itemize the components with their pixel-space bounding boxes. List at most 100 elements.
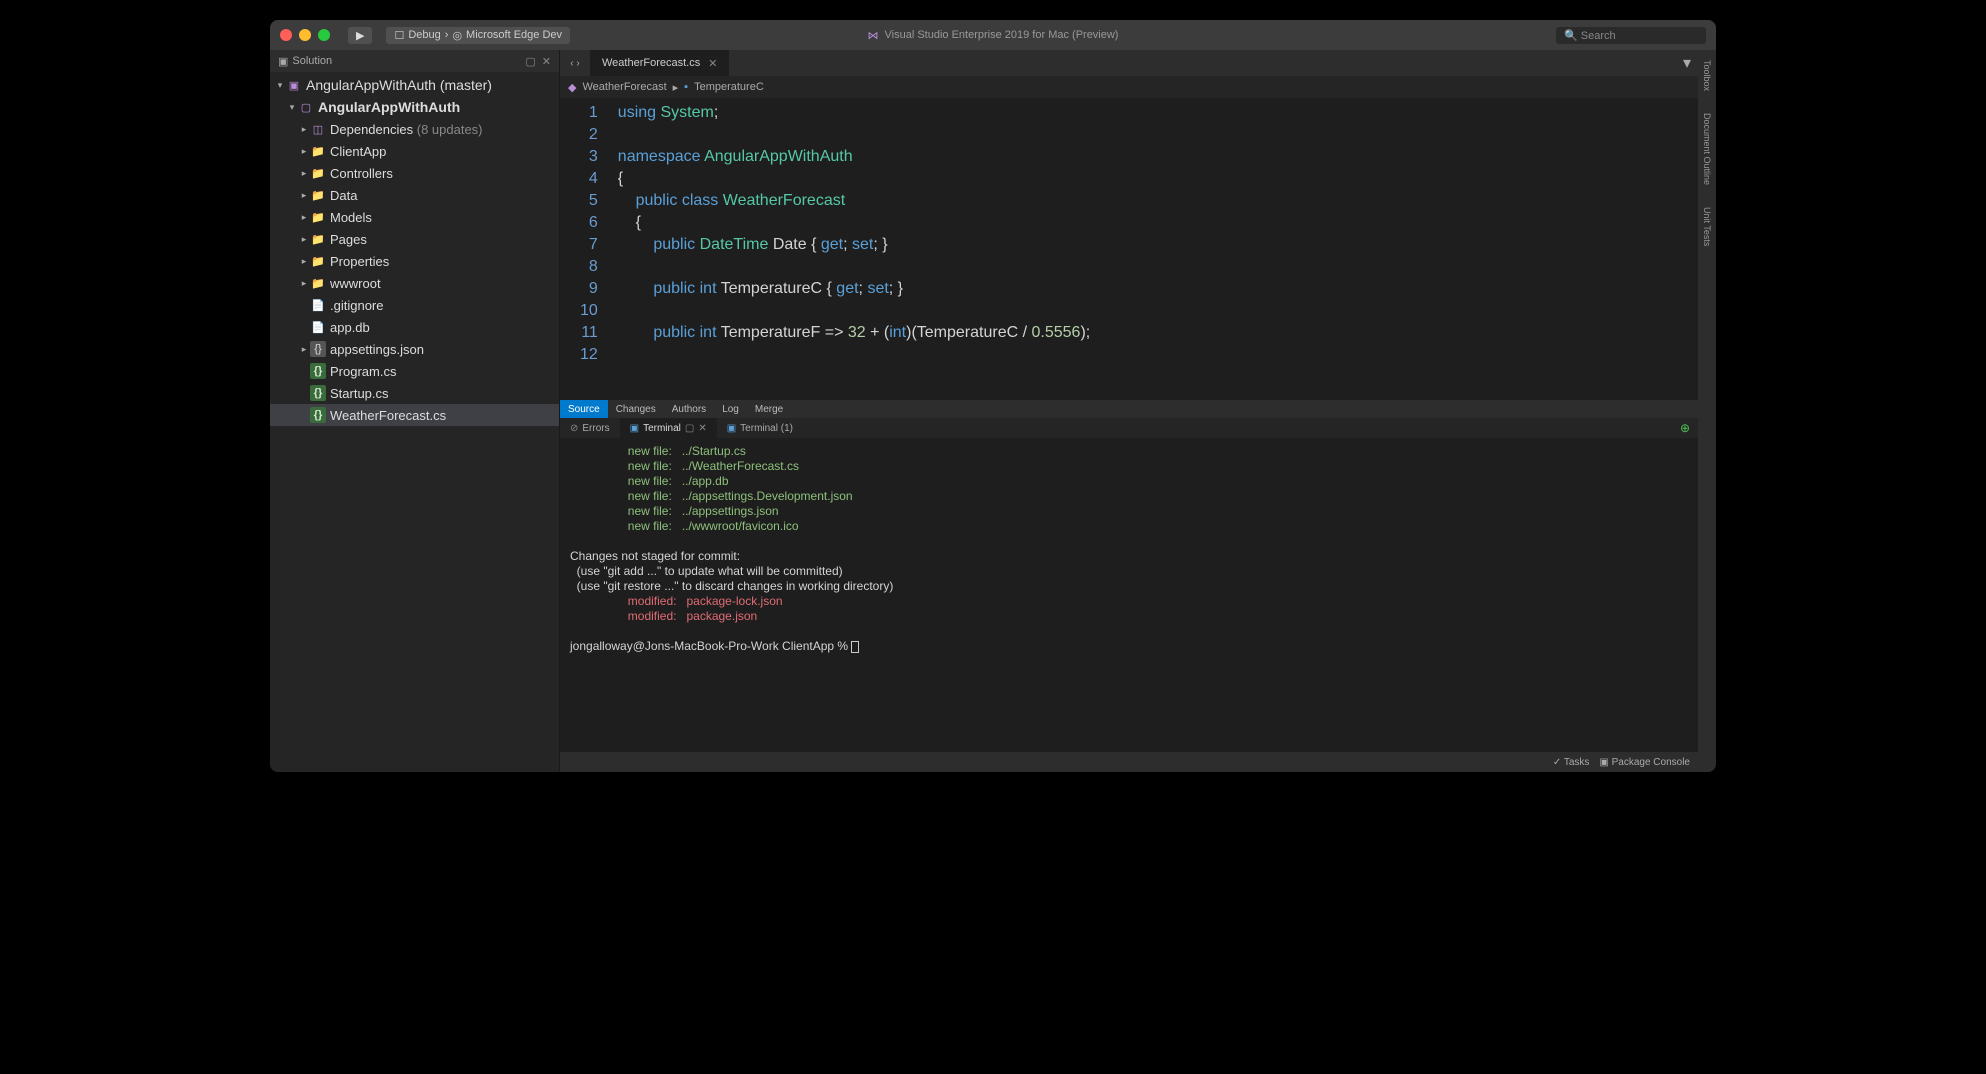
search-input[interactable]: 🔍 Search — [1556, 27, 1706, 44]
folder-label: Controllers — [330, 166, 393, 181]
file-appsettings-json[interactable]: ▸{}appsettings.json — [270, 338, 559, 360]
folder-icon: 📁 — [310, 231, 326, 247]
chevron-down-icon[interactable]: ▾ — [286, 102, 298, 113]
document-tabs: ‹ › WeatherForecast.cs ✕ ▾ — [560, 50, 1698, 76]
tab-terminal[interactable]: ▣ Terminal ▢ ✕ — [620, 418, 717, 438]
project-icon: ▢ — [298, 99, 314, 115]
solution-tree[interactable]: ▾ ▣ AngularAppWithAuth (master) ▾ ▢ Angu… — [270, 72, 559, 772]
solution-icon: ▣ — [278, 55, 288, 68]
add-terminal-button[interactable]: ⊕ — [1672, 421, 1698, 435]
rail-unit-tests[interactable]: Unit Tests — [1702, 203, 1712, 250]
chevron-right-icon[interactable]: ▸ — [298, 168, 310, 179]
chevron-right-icon[interactable]: ▸ — [298, 344, 310, 355]
code-editor[interactable]: 123456789101112 using System; namespace … — [560, 98, 1698, 400]
chevron-right-icon[interactable]: ▸ — [298, 190, 310, 201]
app-title-label: Visual Studio Enterprise 2019 for Mac (P… — [885, 29, 1119, 41]
errors-label: Errors — [582, 423, 609, 434]
file-startup-cs[interactable]: {}Startup.cs — [270, 382, 559, 404]
close-icon[interactable] — [280, 29, 292, 41]
folder-properties[interactable]: ▸📁Properties — [270, 250, 559, 272]
vcs-tab-changes[interactable]: Changes — [608, 400, 664, 418]
chevron-right-icon[interactable]: ▸ — [298, 278, 310, 289]
deps-label: Dependencies — [330, 122, 413, 137]
breadcrumb-member[interactable]: TemperatureC — [694, 81, 764, 93]
rail-toolbox[interactable]: Toolbox — [1702, 56, 1712, 95]
breadcrumb-class[interactable]: WeatherForecast — [582, 81, 666, 93]
status-bar: ✓ Tasks ▣ Package Console — [560, 752, 1698, 772]
vcs-tab-merge[interactable]: Merge — [747, 400, 791, 418]
file-icon: 📄 — [310, 319, 326, 335]
close-icon[interactable]: ✕ — [698, 423, 706, 434]
tab-overflow-button[interactable]: ▾ — [1676, 50, 1698, 76]
folder-controllers[interactable]: ▸📁Controllers — [270, 162, 559, 184]
terminal-icon: ▣ — [630, 423, 639, 434]
folder-clientapp[interactable]: ▸📁 ClientApp — [270, 140, 559, 162]
minimize-icon[interactable] — [299, 29, 311, 41]
tab-errors[interactable]: ⊘ Errors — [560, 418, 620, 438]
chevron-right-icon[interactable]: ▸ — [298, 212, 310, 223]
chevron-right-icon[interactable]: ▸ — [298, 256, 310, 267]
folder-label: Data — [330, 188, 357, 203]
app-window: ▶ ☐ Debug › ◎ Microsoft Edge Dev ⋈ Visua… — [270, 20, 1716, 772]
chevron-down-icon[interactable]: ▾ — [274, 80, 286, 91]
deps-badge: (8 updates) — [417, 122, 483, 137]
code-content[interactable]: using System; namespace AngularAppWithAu… — [610, 98, 1090, 400]
vcs-tabs: Source Changes Authors Log Merge — [560, 400, 1698, 418]
chevron-right-icon[interactable]: ▸ — [298, 124, 310, 135]
status-tasks[interactable]: ✓ Tasks — [1553, 757, 1590, 768]
tab-nav-back[interactable]: ‹ › — [560, 50, 590, 76]
panel-close-icon[interactable]: ✕ — [542, 55, 551, 68]
dependencies-node[interactable]: ▸ ◫ Dependencies (8 updates) — [270, 118, 559, 140]
folder-wwwroot[interactable]: ▸📁wwwroot — [270, 272, 559, 294]
rail-document-outline[interactable]: Document Outline — [1702, 109, 1712, 189]
file-label: Program.cs — [330, 364, 396, 379]
csharp-icon: {} — [310, 407, 326, 423]
maximize-icon[interactable] — [318, 29, 330, 41]
folder-icon: 📁 — [310, 143, 326, 159]
file--gitignore[interactable]: 📄 .gitignore — [270, 294, 559, 316]
project-label: AngularAppWithAuth — [318, 99, 460, 115]
vcs-tab-authors[interactable]: Authors — [664, 400, 714, 418]
config-label: Debug — [408, 29, 440, 41]
target-icon: ◎ — [452, 29, 462, 42]
breadcrumb[interactable]: ◆ WeatherForecast ▸ ▪ TemperatureC — [560, 76, 1698, 98]
file-weatherforecast-cs[interactable]: {} WeatherForecast.cs — [270, 404, 559, 426]
window-controls — [280, 29, 330, 41]
folder-icon: 📁 — [310, 187, 326, 203]
folder-data[interactable]: ▸📁 Data — [270, 184, 559, 206]
panel-pin-icon[interactable]: ▢ — [525, 55, 535, 68]
tab-label: WeatherForecast.cs — [602, 57, 700, 69]
vcs-tab-source[interactable]: Source — [560, 400, 608, 418]
tab-close-icon[interactable]: ✕ — [708, 57, 717, 70]
terminal-label: Terminal — [643, 423, 681, 434]
titlebar: ▶ ☐ Debug › ◎ Microsoft Edge Dev ⋈ Visua… — [270, 20, 1716, 50]
tab-weatherforecast[interactable]: WeatherForecast.cs ✕ — [590, 50, 730, 76]
vcs-tab-log[interactable]: Log — [714, 400, 747, 418]
chevron-right-icon[interactable]: ▸ — [298, 146, 310, 157]
folder-label: wwwroot — [330, 276, 381, 291]
file-label: .gitignore — [330, 298, 383, 313]
file-icon: 📄 — [310, 297, 326, 313]
folder-pages[interactable]: ▸📁Pages — [270, 228, 559, 250]
status-package-console[interactable]: ▣ Package Console — [1599, 757, 1690, 768]
folder-label: Properties — [330, 254, 389, 269]
run-config-selector[interactable]: ☐ Debug › ◎ Microsoft Edge Dev — [386, 27, 570, 44]
project-node[interactable]: ▾ ▢ AngularAppWithAuth — [270, 96, 559, 118]
file-label: WeatherForecast.cs — [330, 408, 446, 423]
folder-models[interactable]: ▸📁Models — [270, 206, 559, 228]
tab-terminal-1[interactable]: ▣ Terminal (1) — [717, 418, 803, 438]
solution-root[interactable]: ▾ ▣ AngularAppWithAuth (master) — [270, 74, 559, 96]
window-title: ⋈ Visual Studio Enterprise 2019 for Mac … — [868, 29, 1119, 42]
file-app-db[interactable]: 📄app.db — [270, 316, 559, 338]
file-program-cs[interactable]: {}Program.cs — [270, 360, 559, 382]
terminal1-label: Terminal (1) — [740, 423, 793, 434]
folder-label: Models — [330, 210, 372, 225]
right-tool-rail: Toolbox Document Outline Unit Tests — [1698, 50, 1716, 772]
terminal-output[interactable]: new file: ../Startup.cs new file: ../Wea… — [560, 438, 1698, 752]
run-button[interactable]: ▶ — [348, 27, 372, 44]
line-gutter: 123456789101112 — [560, 98, 610, 400]
panel-pin-icon[interactable]: ▢ — [685, 423, 694, 434]
config-icon: ☐ — [394, 29, 404, 42]
folder-label: ClientApp — [330, 144, 386, 159]
chevron-right-icon[interactable]: ▸ — [298, 234, 310, 245]
